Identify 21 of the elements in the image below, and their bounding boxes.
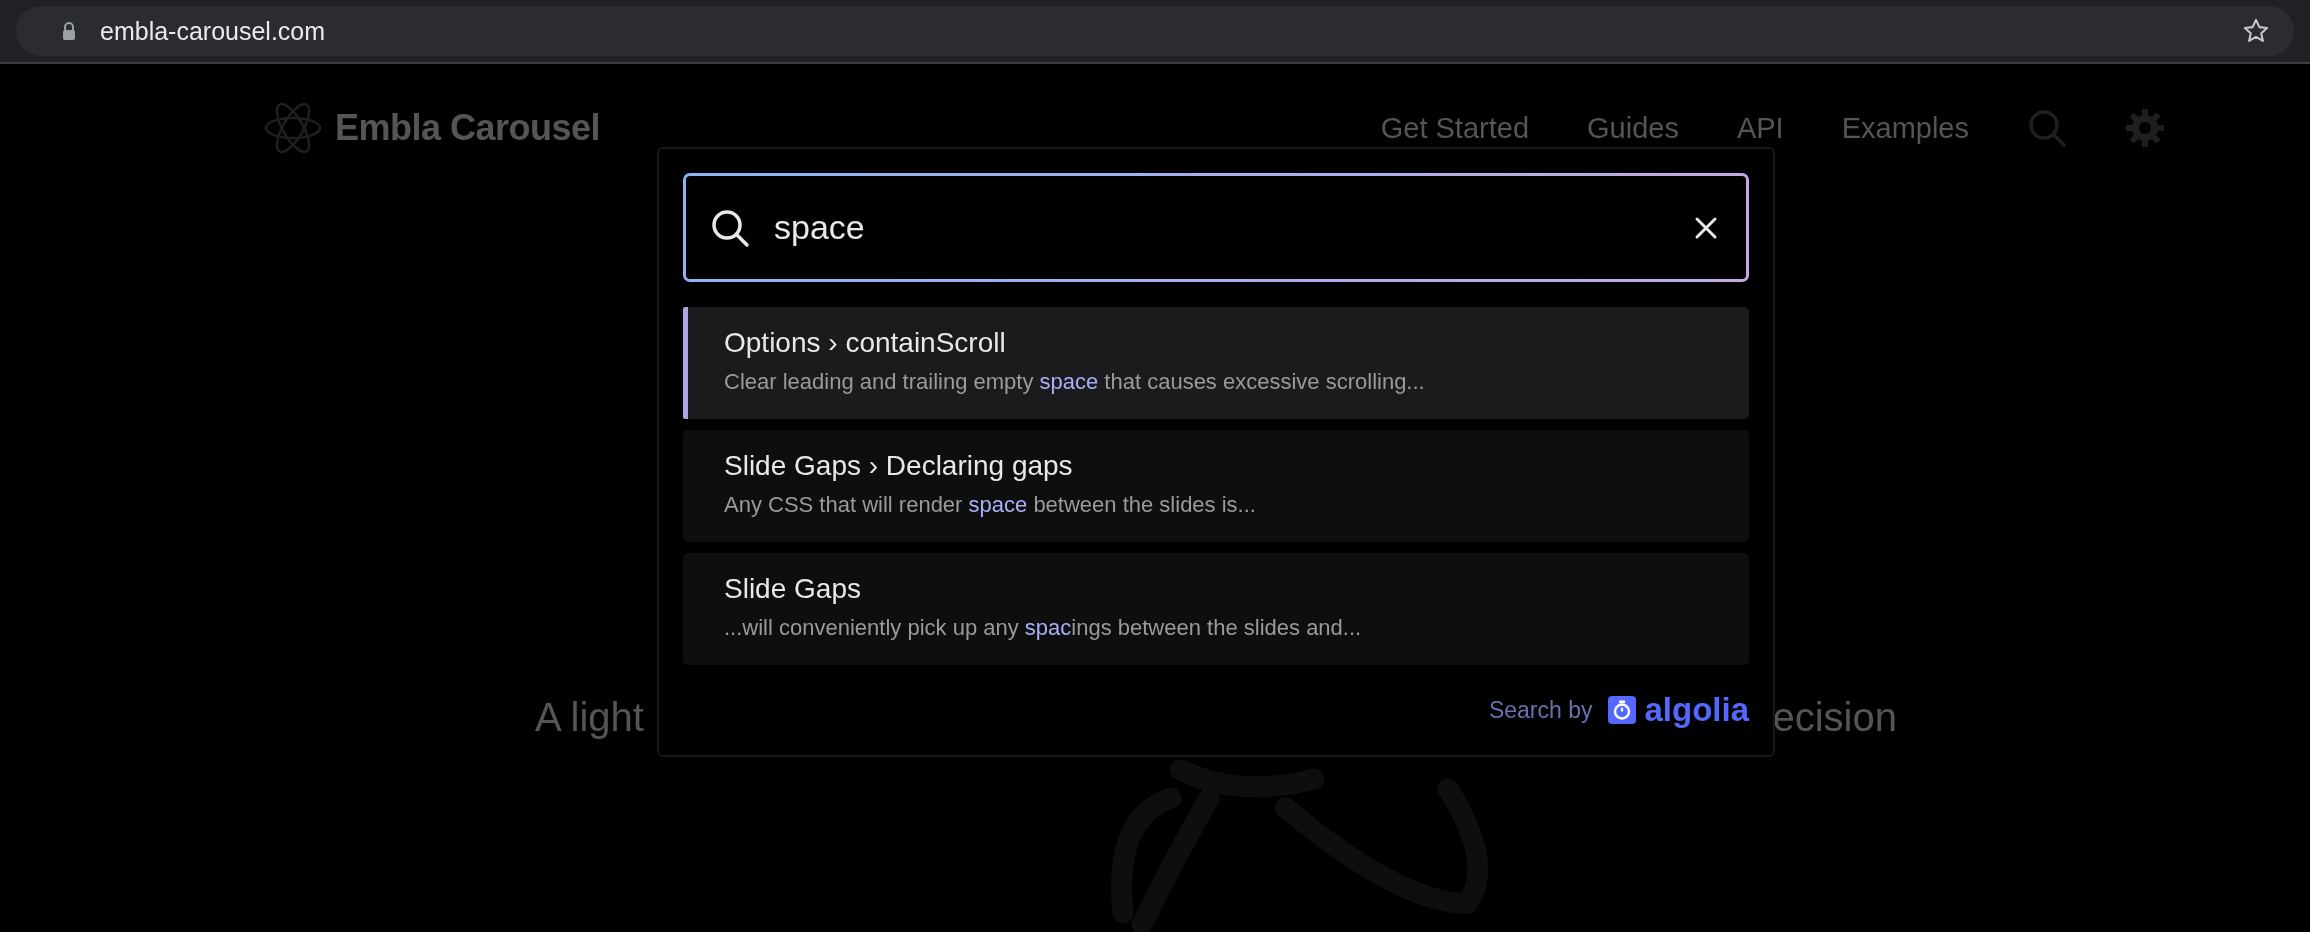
search-result[interactable]: Slide Gaps › Declaring gaps Any CSS that will render space between the slides is... (683, 430, 1749, 542)
result-title: Options › containScroll (724, 327, 1007, 359)
tagline-text: A light (535, 694, 644, 741)
lock-icon (62, 22, 76, 40)
search-icon (710, 207, 750, 248)
stopwatch-icon[interactable] (1608, 696, 1637, 724)
tagline-text: ecision (1772, 694, 1897, 741)
result-snippet: Any CSS that will render space between the slides is... (724, 492, 1257, 518)
result-snippet: ...will conveniently pick up any spacings between the slides and... (724, 615, 1363, 641)
result-snippet: Clear leading and trailing empty space that causes excessive scrolling... (724, 369, 1426, 395)
search-input[interactable]: space (774, 208, 1666, 247)
address-bar[interactable]: embla-carousel.com (16, 6, 2294, 56)
search-by-label: Search by (1488, 696, 1593, 724)
result-title: Slide Gaps › Declaring gaps (724, 450, 1074, 482)
star-icon[interactable] (2242, 17, 2270, 45)
search-result[interactable]: Options › containScroll Clear leading and trailing empty space that causes excessive scrolling... (683, 307, 1749, 419)
search-bar[interactable]: space (683, 173, 1749, 282)
search-result[interactable]: Slide Gaps ...will conveniently pick up any spacings between the slides and... (683, 553, 1749, 665)
brand-logo[interactable]: algolia (1644, 691, 1749, 729)
result-title: Slide Gaps (724, 573, 862, 605)
url-text: embla-carousel.com (100, 16, 327, 46)
